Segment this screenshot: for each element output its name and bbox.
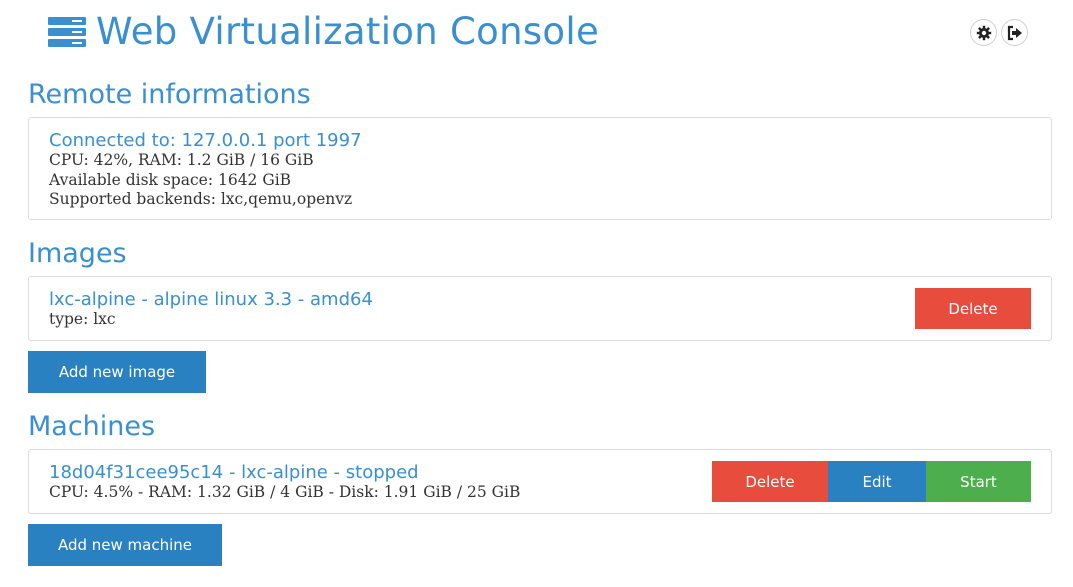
- edit-machine-button[interactable]: Edit: [828, 461, 926, 502]
- delete-image-button[interactable]: Delete: [915, 288, 1031, 329]
- add-image-button[interactable]: Add new image: [28, 351, 206, 393]
- image-list-item: lxc-alpine - alpine linux 3.3 - amd64 ty…: [28, 276, 1052, 341]
- backends-info: Supported backends: lxc,qemu,openvz: [49, 190, 353, 208]
- gear-icon: [976, 25, 991, 40]
- delete-machine-button[interactable]: Delete: [712, 461, 828, 502]
- settings-button[interactable]: [970, 19, 997, 46]
- sign-out-icon: [1007, 25, 1022, 40]
- connection-status: Connected to: 127.0.0.1 port 1997: [49, 130, 362, 151]
- add-machine-button[interactable]: Add new machine: [28, 524, 222, 566]
- images-section-title: Images: [28, 238, 127, 269]
- disk-space-info: Available disk space: 1642 GiB: [49, 170, 292, 189]
- app-title: Web Virtualization Console: [96, 10, 600, 53]
- machine-name: 18d04f31cee95c14 - lxc-alpine - stopped: [49, 462, 419, 483]
- server-stack-icon: [48, 17, 86, 47]
- machine-stats: CPU: 4.5% - RAM: 1.32 GiB / 4 GiB - Disk…: [49, 483, 521, 501]
- app-header: Web Virtualization Console: [48, 8, 599, 56]
- remote-info-panel: Connected to: 127.0.0.1 port 1997 CPU: 4…: [28, 117, 1052, 220]
- start-machine-button[interactable]: Start: [926, 461, 1031, 502]
- image-type: type: lxc: [49, 310, 116, 328]
- remote-section-title: Remote informations: [28, 79, 311, 110]
- cpu-ram-info: CPU: 42%, RAM: 1.2 GiB / 16 GiB: [49, 151, 314, 169]
- image-name: lxc-alpine - alpine linux 3.3 - amd64: [49, 289, 373, 310]
- logout-button[interactable]: [1001, 19, 1028, 46]
- top-actions: [970, 19, 1028, 46]
- machine-list-item: 18d04f31cee95c14 - lxc-alpine - stopped …: [28, 449, 1052, 514]
- machines-section-title: Machines: [28, 411, 156, 442]
